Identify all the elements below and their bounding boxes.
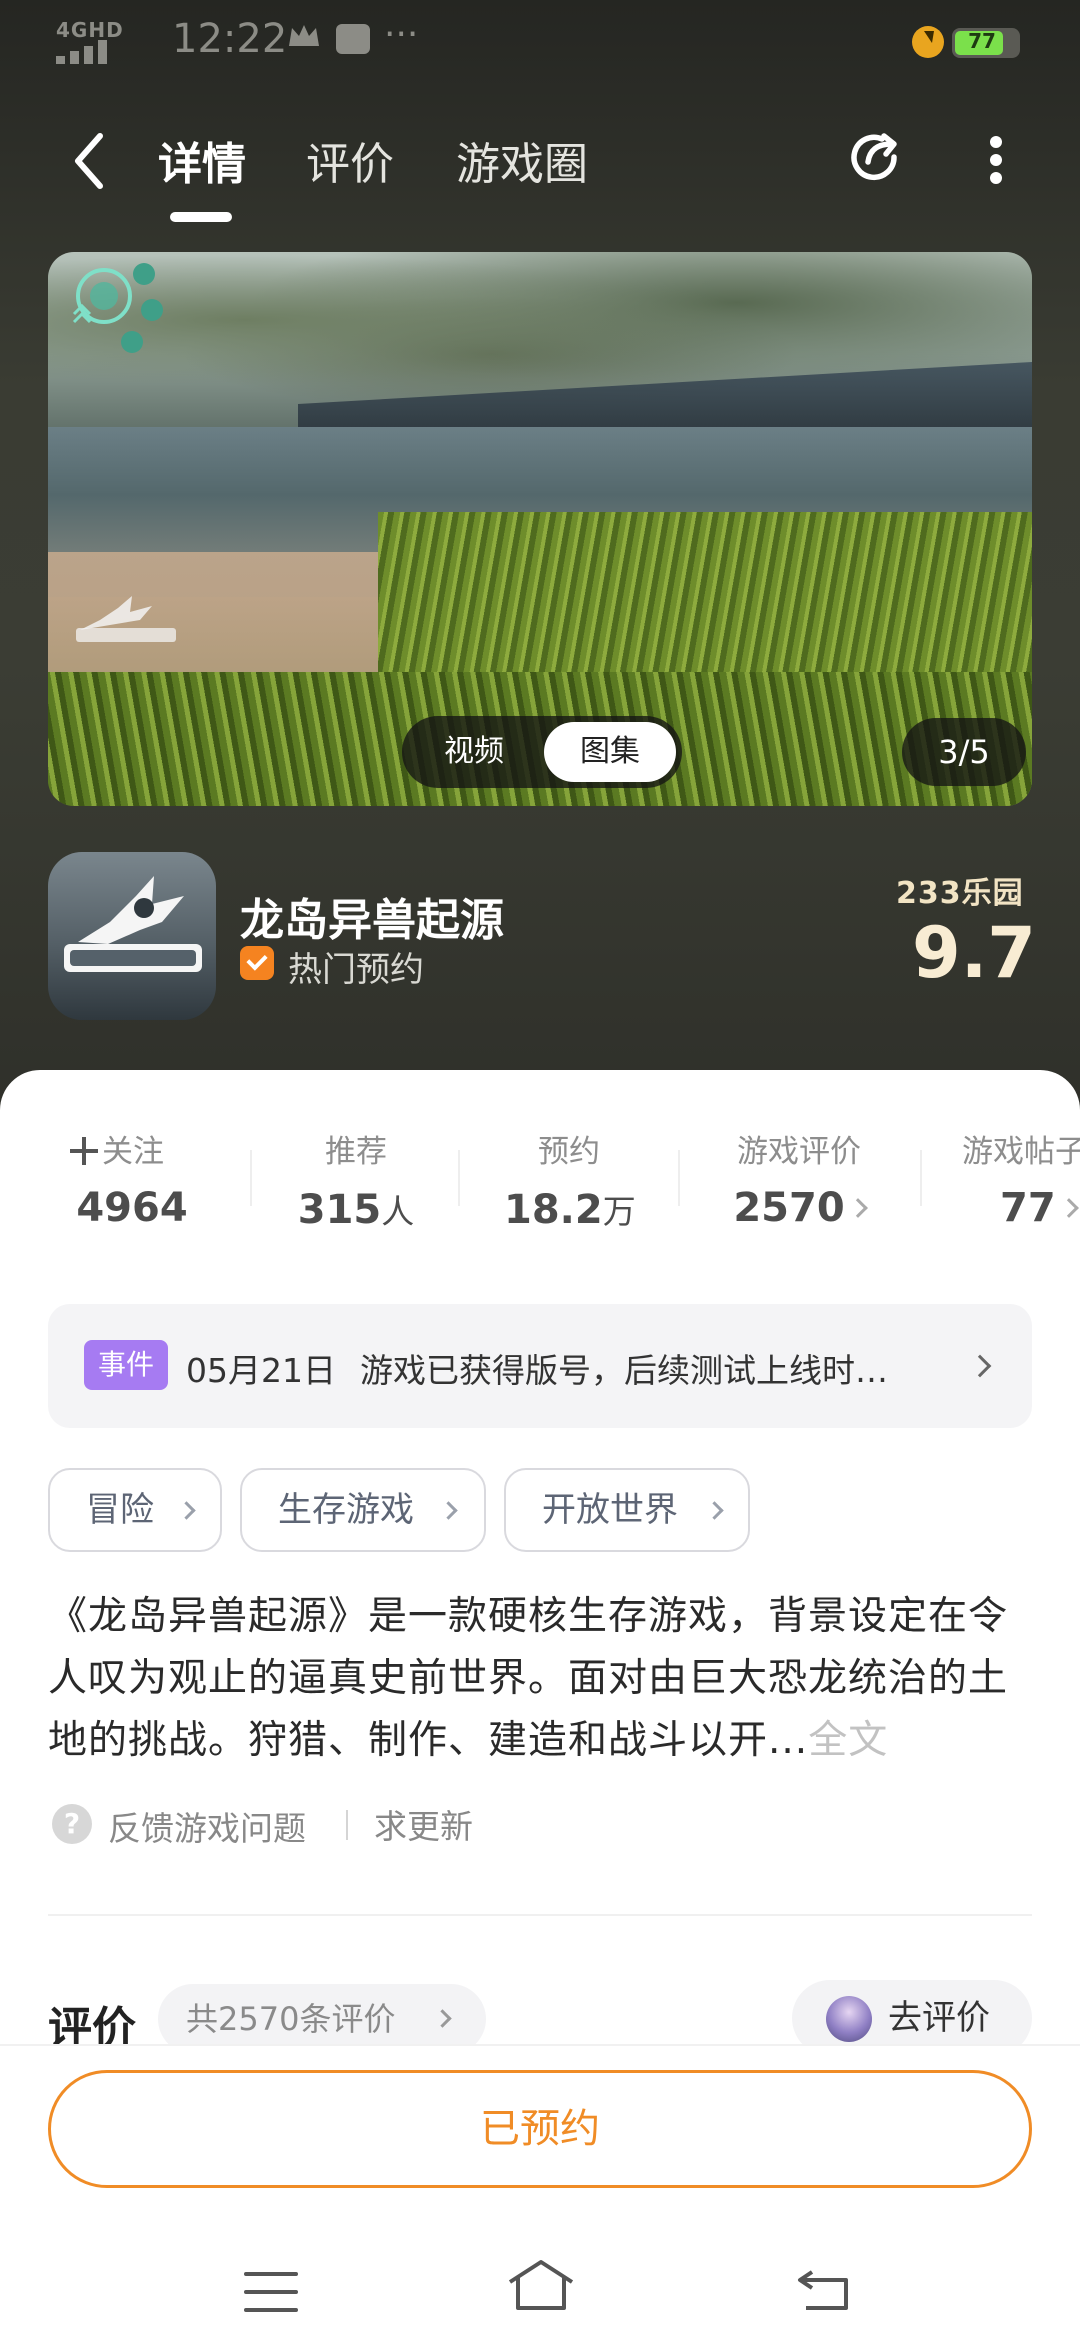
- tag-label: 开放世界: [542, 1490, 678, 1530]
- share-icon[interactable]: [842, 124, 908, 190]
- status-bar: 4GHD 12:22 ··· 77: [0, 0, 1080, 84]
- chevron-right-icon: [1058, 1198, 1079, 1218]
- charging-icon: [912, 26, 944, 58]
- event-date: 05月21日: [186, 1351, 336, 1390]
- write-review-label: 去评价: [888, 1998, 990, 2038]
- reservation-label: 预约: [538, 1134, 600, 1170]
- follow-label: 关注: [102, 1134, 164, 1170]
- stat-divider: [920, 1150, 922, 1206]
- tag-open-world[interactable]: 开放世界: [504, 1468, 750, 1552]
- recommend-label: 推荐: [325, 1134, 387, 1170]
- chevron-right-icon: [433, 2009, 452, 2028]
- chevron-right-icon: [177, 1501, 196, 1520]
- stat-divider: [458, 1150, 460, 1206]
- top-nav: 详情 评价 游戏圈: [0, 110, 1080, 222]
- stat-divider: [250, 1150, 252, 1206]
- game-title: 龙岛异兽起源: [240, 895, 504, 946]
- event-text: 游戏已获得版号，后续测试上线时…: [360, 1351, 888, 1390]
- question-icon: ?: [52, 1804, 92, 1844]
- check-badge-icon: [240, 946, 274, 980]
- crown-icon: [289, 25, 319, 46]
- message-icon: [336, 24, 370, 54]
- follow-label-row: 关注: [70, 1126, 194, 1171]
- chevron-right-icon: [439, 1501, 458, 1520]
- recommend-unit: 人: [381, 1192, 415, 1231]
- signal-icon: [56, 40, 116, 64]
- media-toggle: 视频 图集: [402, 716, 682, 788]
- tab-game-circle[interactable]: 游戏圈: [456, 128, 588, 192]
- request-update-link[interactable]: 求更新: [374, 1800, 473, 1848]
- reservation-stat: 预约 18.2万: [504, 1126, 636, 1233]
- reservation-count: 18.2: [504, 1187, 603, 1233]
- event-tag: 事件: [84, 1340, 168, 1390]
- tag-adventure[interactable]: 冒险: [48, 1468, 222, 1552]
- network-indicator: 4GHD: [56, 18, 124, 64]
- game-posts-label: 游戏帖子: [962, 1134, 1080, 1170]
- active-tab-indicator: [170, 212, 232, 222]
- recommend-count: 315: [297, 1187, 382, 1233]
- follow-stat[interactable]: 关注 4964: [70, 1126, 194, 1231]
- feedback-link[interactable]: 反馈游戏问题: [108, 1802, 306, 1850]
- divider: [346, 1810, 348, 1840]
- tag-label: 冒险: [86, 1490, 154, 1530]
- clock: 12:22: [172, 16, 288, 62]
- avatar: [826, 1996, 872, 2042]
- menu-icon[interactable]: [244, 2272, 298, 2312]
- chevron-right-icon: [847, 1198, 868, 1218]
- gallery-tab[interactable]: 图集: [544, 722, 676, 782]
- game-posts-stat[interactable]: 游戏帖子 77: [962, 1126, 1080, 1231]
- game-reviews-stat[interactable]: 游戏评价 2570: [724, 1126, 874, 1231]
- image-counter: 3/5: [902, 718, 1026, 786]
- battery-level: 77: [968, 29, 996, 53]
- tag-label: 生存游戏: [278, 1490, 414, 1530]
- game-watermark-logo: [76, 596, 176, 642]
- game-reviews-count: 2570: [733, 1185, 845, 1231]
- recommend-stat: 推荐 315人: [296, 1126, 416, 1233]
- event-banner[interactable]: 事件 05月21日 游戏已获得版号，后续测试上线时…: [48, 1304, 1032, 1428]
- back-icon[interactable]: [796, 2266, 852, 2312]
- recommend-value-row: 315人: [296, 1185, 416, 1233]
- dinosaur-logo-icon: [64, 876, 202, 972]
- reservation-unit: 万: [602, 1192, 636, 1231]
- game-icon[interactable]: [48, 852, 216, 1020]
- tab-detail[interactable]: 详情: [158, 128, 246, 192]
- section-divider: [48, 1914, 1032, 1916]
- video-tab[interactable]: 视频: [408, 722, 540, 782]
- read-more-link[interactable]: 全文: [808, 1718, 888, 1763]
- game-posts-value-row: 77: [962, 1185, 1080, 1231]
- plus-icon: [70, 1137, 98, 1165]
- game-posts-count: 77: [1000, 1185, 1056, 1231]
- more-vertical-icon[interactable]: [976, 124, 1016, 194]
- score-brand: 233乐园: [896, 876, 1024, 911]
- network-label: 4GHD: [56, 18, 124, 42]
- battery-icon: 77: [952, 28, 1020, 58]
- reserved-button[interactable]: 已预约: [48, 2070, 1032, 2188]
- home-icon[interactable]: [506, 2256, 576, 2314]
- game-reviews-label: 游戏评价: [737, 1134, 861, 1170]
- bottom-action-bar: 已预约: [0, 2044, 1080, 2220]
- stat-divider: [678, 1150, 680, 1206]
- follow-count: 4964: [76, 1185, 188, 1231]
- review-count-label: 共2570条评价: [186, 2000, 396, 2038]
- system-nav-bar: [0, 2220, 1080, 2340]
- tab-review[interactable]: 评价: [306, 128, 394, 192]
- game-detail-page: 4GHD 12:22 ··· 77 详情 评价 游戏圈 视频 图集 3/5 龙岛…: [0, 0, 1080, 2340]
- back-arrow-icon[interactable]: [62, 126, 118, 196]
- chevron-right-icon: [705, 1501, 724, 1520]
- game-reviews-value-row: 2570: [724, 1185, 874, 1231]
- reservation-value-row: 18.2万: [504, 1185, 636, 1233]
- game-description: 《龙岛异兽起源》是一款硬核生存游戏，背景设定在令人叹为观止的逼真史前世界。面对由…: [48, 1586, 1038, 1772]
- more-notifications: ···: [384, 14, 419, 55]
- game-score: 9.7: [912, 912, 1037, 994]
- tag-survival[interactable]: 生存游戏: [240, 1468, 486, 1552]
- media-banner[interactable]: 视频 图集 3/5: [48, 252, 1032, 806]
- minimap-hud-icon: [72, 263, 163, 353]
- hot-reservation-label: 热门预约: [288, 950, 424, 990]
